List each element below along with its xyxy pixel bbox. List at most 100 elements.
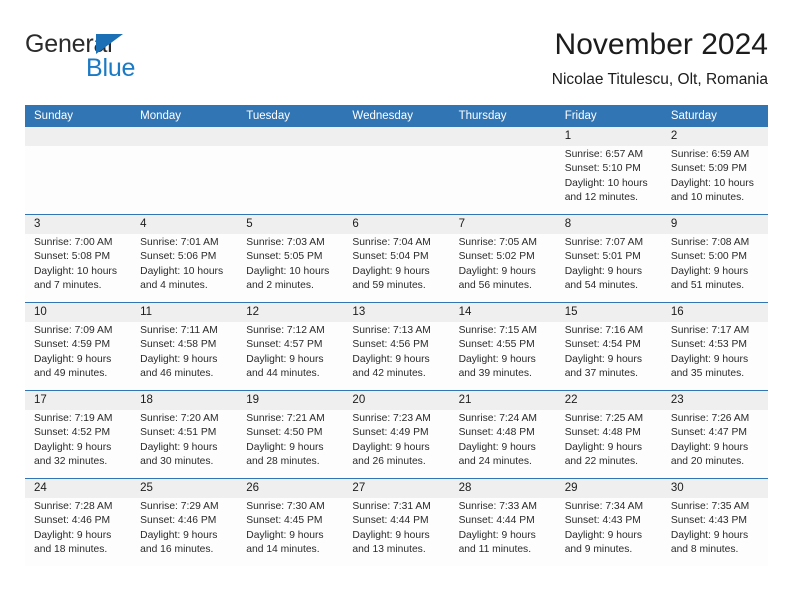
day-cell[interactable]: Sunrise: 7:33 AM Sunset: 4:44 PM Daylight:… xyxy=(450,498,556,566)
day-number[interactable]: 1 xyxy=(556,127,662,146)
day-info-line: and 22 minutes. xyxy=(564,456,638,468)
calendar-page: General Blue November 2024 Nicolae Titul… xyxy=(0,0,792,612)
day-cell[interactable]: Sunrise: 7:16 AM Sunset: 4:54 PM Daylight:… xyxy=(556,322,662,390)
calendar-grid: Sunday Monday Tuesday Wednesday Thursday Frid… xyxy=(25,105,768,566)
day-info-line: Sunset: 5:08 PM xyxy=(34,251,111,263)
day-cell[interactable]: Sunrise: 6:59 AM Sunset: 5:09 PM Daylight:… xyxy=(662,146,768,214)
day-info-line: Sunset: 5:01 PM xyxy=(564,251,641,263)
day-number[interactable]: 23 xyxy=(662,391,768,410)
day-cell[interactable]: Sunrise: 7:08 AM Sunset: 5:00 PM Daylight:… xyxy=(662,234,768,302)
day-info-line: Sunrise: 7:01 AM xyxy=(140,237,219,248)
day-cell[interactable]: Sunrise: 7:31 AM Sunset: 4:44 PM Daylight:… xyxy=(343,498,449,566)
day-number[interactable]: 26 xyxy=(237,479,343,498)
day-cell[interactable]: Sunrise: 7:05 AM Sunset: 5:02 PM Daylight:… xyxy=(450,234,556,302)
title-block: November 2024 Nicolae Titulescu, Olt, Ro… xyxy=(552,28,768,89)
day-number[interactable]: 7 xyxy=(450,215,556,234)
day-info-line: Daylight: 9 hours xyxy=(670,441,749,453)
day-number[interactable]: 27 xyxy=(343,479,449,498)
day-cell[interactable]: Sunrise: 7:29 AM Sunset: 4:46 PM Daylight:… xyxy=(131,498,237,566)
day-cell[interactable]: Sunrise: 7:28 AM Sunset: 4:46 PM Daylight:… xyxy=(25,498,131,566)
day-cell[interactable]: Sunrise: 7:34 AM Sunset: 4:43 PM Daylight:… xyxy=(556,498,662,566)
day-cell[interactable]: Sunrise: 7:21 AM Sunset: 4:50 PM Daylight:… xyxy=(237,410,343,478)
day-info-line: Daylight: 10 hours xyxy=(140,265,224,277)
day-info-line: Sunset: 4:46 PM xyxy=(140,515,217,527)
day-number[interactable]: 2 xyxy=(662,127,768,146)
day-cell[interactable]: Sunrise: 7:20 AM Sunset: 4:51 PM Daylight:… xyxy=(131,410,237,478)
day-number[interactable]: 29 xyxy=(556,479,662,498)
day-cell[interactable]: Sunrise: 7:11 AM Sunset: 4:58 PM Daylight:… xyxy=(131,322,237,390)
day-number[interactable]: 11 xyxy=(131,303,237,322)
day-info-line: Sunset: 4:59 PM xyxy=(34,339,111,351)
day-cell[interactable]: Sunrise: 7:30 AM Sunset: 4:45 PM Daylight:… xyxy=(237,498,343,566)
day-cell[interactable]: Sunrise: 7:01 AM Sunset: 5:06 PM Daylight:… xyxy=(131,234,237,302)
day-number[interactable]: 9 xyxy=(662,215,768,234)
day-cell[interactable]: Sunrise: 7:12 AM Sunset: 4:57 PM Daylight:… xyxy=(237,322,343,390)
day-number[interactable]: 13 xyxy=(343,303,449,322)
day-cell[interactable]: Sunrise: 6:57 AM Sunset: 5:10 PM Daylight:… xyxy=(556,146,662,214)
day-info-line: Sunrise: 7:34 AM xyxy=(564,501,644,512)
day-cell[interactable]: Sunrise: 7:17 AM Sunset: 4:53 PM Daylight:… xyxy=(662,322,768,390)
day-cell[interactable]: Sunrise: 7:26 AM Sunset: 4:47 PM Daylight:… xyxy=(662,410,768,478)
general-blue-logo[interactable]: General Blue xyxy=(25,32,255,92)
day-number[interactable]: 28 xyxy=(450,479,556,498)
day-cell[interactable]: Sunrise: 7:09 AM Sunset: 4:59 PM Daylight:… xyxy=(25,322,131,390)
day-info-line: Sunset: 4:45 PM xyxy=(246,515,323,527)
day-number[interactable]: 14 xyxy=(450,303,556,322)
day-info-line: Sunset: 4:51 PM xyxy=(140,427,217,439)
day-number[interactable]: 21 xyxy=(450,391,556,410)
day-info-line: and 51 minutes. xyxy=(670,280,745,292)
day-info-line: Sunrise: 7:04 AM xyxy=(352,237,431,248)
day-number[interactable]: 12 xyxy=(237,303,343,322)
day-info-line: Daylight: 9 hours xyxy=(246,441,324,453)
day-cell[interactable]: Sunrise: 7:19 AM Sunset: 4:52 PM Daylight:… xyxy=(25,410,131,478)
day-number[interactable]: 6 xyxy=(343,215,449,234)
day-cell[interactable]: Sunrise: 7:23 AM Sunset: 4:49 PM Daylight:… xyxy=(343,410,449,478)
day-number[interactable]: 30 xyxy=(662,479,768,498)
day-cell[interactable]: Sunrise: 7:24 AM Sunset: 4:48 PM Daylight:… xyxy=(450,410,556,478)
day-number[interactable]: 20 xyxy=(343,391,449,410)
day-info-line: and 44 minutes. xyxy=(246,368,320,380)
day-number[interactable]: 3 xyxy=(25,215,131,234)
day-number[interactable]: 22 xyxy=(556,391,662,410)
day-info-line: Sunset: 4:56 PM xyxy=(352,339,429,351)
day-info-line: Sunset: 4:44 PM xyxy=(352,515,429,527)
day-info-line: Sunrise: 7:31 AM xyxy=(352,501,431,512)
day-info-line: Sunrise: 7:09 AM xyxy=(34,325,113,336)
calendar-weeks: 1 2 Sunrise: 6:57 AM Sunset: 5:10 PM Dayligh… xyxy=(25,127,768,566)
day-info-line: Sunrise: 7:33 AM xyxy=(458,501,537,512)
day-cell[interactable]: Sunrise: 7:04 AM Sunset: 5:04 PM Daylight:… xyxy=(343,234,449,302)
day-info-line: Sunrise: 7:20 AM xyxy=(140,413,219,424)
week-date-number-strip: 24 25 26 27 28 29 30 xyxy=(25,479,768,498)
day-cell[interactable]: Sunrise: 7:07 AM Sunset: 5:01 PM Daylight:… xyxy=(556,234,662,302)
day-cell[interactable]: Sunrise: 7:13 AM Sunset: 4:56 PM Daylight:… xyxy=(343,322,449,390)
day-info-line: and 42 minutes. xyxy=(352,368,426,380)
weekday-header-thursday: Thursday xyxy=(458,110,507,122)
day-info-line: Sunrise: 7:26 AM xyxy=(670,413,750,424)
day-number[interactable]: 5 xyxy=(237,215,343,234)
day-info-line: Sunset: 4:55 PM xyxy=(458,339,535,351)
day-info-line: Sunrise: 7:21 AM xyxy=(246,413,325,424)
day-number[interactable]: 10 xyxy=(25,303,131,322)
day-info-line: Daylight: 10 hours xyxy=(564,177,648,189)
day-cell[interactable]: Sunrise: 7:15 AM Sunset: 4:55 PM Daylight:… xyxy=(450,322,556,390)
day-number[interactable]: 15 xyxy=(556,303,662,322)
day-number[interactable]: 4 xyxy=(131,215,237,234)
page-subtitle: Nicolae Titulescu, Olt, Romania xyxy=(551,70,768,88)
day-number[interactable]: 18 xyxy=(131,391,237,410)
day-number[interactable]: 25 xyxy=(131,479,237,498)
day-cell[interactable]: Sunrise: 7:03 AM Sunset: 5:05 PM Daylight:… xyxy=(237,234,343,302)
day-info-line: Sunset: 5:09 PM xyxy=(670,163,747,175)
day-number[interactable]: 24 xyxy=(25,479,131,498)
day-info-line: Sunset: 4:52 PM xyxy=(34,427,111,439)
day-cell[interactable]: Sunrise: 7:35 AM Sunset: 4:43 PM Daylight:… xyxy=(662,498,768,566)
day-info-line: Daylight: 9 hours xyxy=(564,265,642,277)
day-cell[interactable]: Sunrise: 7:00 AM Sunset: 5:08 PM Daylight:… xyxy=(25,234,131,302)
day-number[interactable]: 16 xyxy=(662,303,768,322)
day-number[interactable]: 8 xyxy=(556,215,662,234)
day-number[interactable]: 17 xyxy=(25,391,131,410)
day-cell[interactable]: Sunrise: 7:25 AM Sunset: 4:48 PM Daylight:… xyxy=(556,410,662,478)
day-info-line: and 13 minutes. xyxy=(352,544,426,556)
day-number[interactable]: 19 xyxy=(237,391,343,410)
day-info-line: Sunset: 5:10 PM xyxy=(564,163,641,175)
week-detail-strip: Sunrise: 6:57 AM Sunset: 5:10 PM Daylight:… xyxy=(25,146,768,214)
